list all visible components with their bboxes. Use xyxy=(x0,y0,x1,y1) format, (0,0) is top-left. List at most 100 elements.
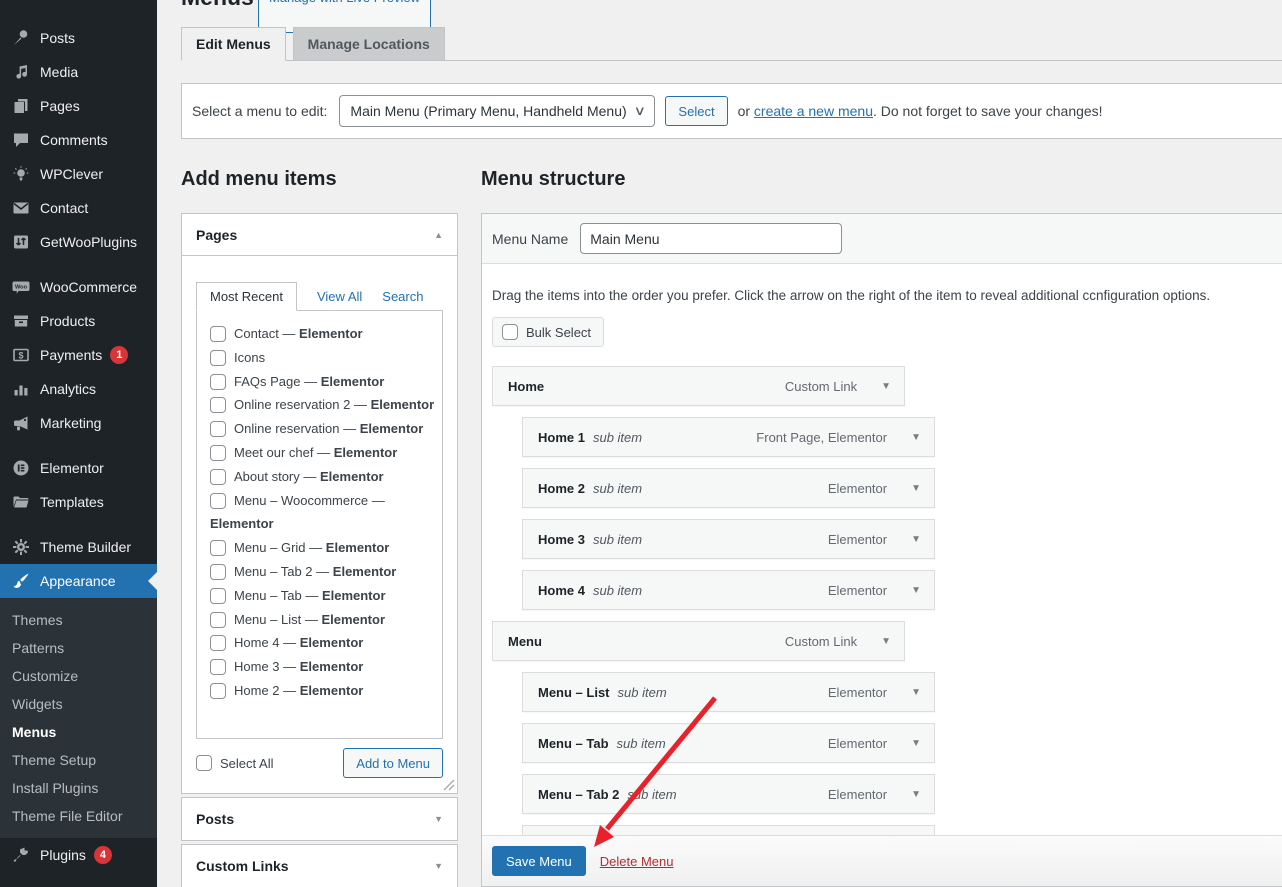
menu-structure-item[interactable]: Home Custom Link ▼ xyxy=(492,366,905,406)
select-button[interactable]: Select xyxy=(665,96,727,126)
chevron-down-icon[interactable]: ▼ xyxy=(911,585,921,596)
page-checkbox[interactable] xyxy=(210,421,226,437)
sidebar-item-templates[interactable]: Templates xyxy=(0,485,157,519)
sidebar-item-contact[interactable]: Contact xyxy=(0,191,157,225)
tab-manage-locations[interactable]: Manage Locations xyxy=(293,27,445,61)
page-checkbox-item[interactable]: Home 3 — Elementor xyxy=(210,655,436,679)
page-checkbox[interactable] xyxy=(210,397,226,413)
menu-structure-item[interactable]: Home 2 sub item Elementor ▼ xyxy=(522,468,935,508)
posts-accordion-header[interactable]: Posts ▼ xyxy=(182,798,457,840)
page-checkbox[interactable] xyxy=(210,635,226,651)
menu-structure-item[interactable]: Menu – Tab 2 sub item Elementor ▼ xyxy=(522,774,935,814)
page-checkbox-item[interactable]: Meet our chef — Elementor xyxy=(210,441,436,465)
delete-menu-link[interactable]: Delete Menu xyxy=(600,854,674,869)
sidebar-submenu-item-patterns[interactable]: Patterns xyxy=(0,634,157,662)
sidebar-item-appearance[interactable]: Appearance xyxy=(0,564,157,598)
select-all-option[interactable]: Select All xyxy=(196,755,273,771)
sidebar-submenu-item-themes[interactable]: Themes xyxy=(0,606,157,634)
chevron-down-icon[interactable]: ▼ xyxy=(911,534,921,545)
getwooplugins-icon xyxy=(11,232,31,252)
page-checkbox[interactable] xyxy=(210,326,226,342)
sidebar-item-comments[interactable]: Comments xyxy=(0,123,157,157)
page-checkbox[interactable] xyxy=(210,445,226,461)
bulk-select-checkbox[interactable] xyxy=(502,324,518,340)
save-menu-button[interactable]: Save Menu xyxy=(492,846,586,876)
sidebar-item-wpclever[interactable]: WPClever xyxy=(0,157,157,191)
menu-name-input[interactable] xyxy=(580,223,842,254)
sidebar-item-theme-builder[interactable]: Theme Builder xyxy=(0,530,157,564)
sidebar-item-woocommerce[interactable]: Woo WooCommerce xyxy=(0,270,157,304)
page-checkbox-item[interactable]: Menu – Tab 2 — Elementor xyxy=(210,560,436,584)
chevron-down-icon[interactable]: ▼ xyxy=(911,687,921,698)
sidebar-item-products[interactable]: Products xyxy=(0,304,157,338)
tab-search[interactable]: Search xyxy=(382,283,423,310)
page-checkbox-item[interactable]: Online reservation 2 — Elementor xyxy=(210,393,436,417)
sidebar-item-elementor[interactable]: Elementor xyxy=(0,451,157,485)
page-checkbox-item[interactable]: Menu – Woocommerce — Elementor xyxy=(210,489,436,537)
tab-view-all[interactable]: View All xyxy=(317,283,362,310)
menu-structure-item[interactable]: Home 3 sub item Elementor ▼ xyxy=(522,519,935,559)
page-checkbox-item[interactable]: Home 2 — Elementor xyxy=(210,679,436,703)
page-checkbox-item[interactable]: Home 4 — Elementor xyxy=(210,631,436,655)
page-checkbox-item[interactable]: Icons xyxy=(210,346,436,370)
chevron-down-icon[interactable]: ▼ xyxy=(911,738,921,749)
bulk-select-toggle[interactable]: Bulk Select xyxy=(492,317,604,347)
chevron-down-icon[interactable]: ▼ xyxy=(911,432,921,443)
sidebar-item-payments[interactable]: $ Payments 1 xyxy=(0,338,157,372)
page-checkbox[interactable] xyxy=(210,350,226,366)
menu-dropdown[interactable]: Main Menu (Primary Menu, Handheld Menu) … xyxy=(339,95,655,127)
sidebar-item-marketing[interactable]: Marketing xyxy=(0,406,157,440)
page-checkbox-item[interactable]: Contact — Elementor xyxy=(210,322,436,346)
chevron-down-icon[interactable]: ▼ xyxy=(434,861,443,871)
page-checkbox[interactable] xyxy=(210,540,226,556)
sidebar-item-analytics[interactable]: Analytics xyxy=(0,372,157,406)
menu-structure-item[interactable]: Home 1 sub item Front Page, Elementor ▼ xyxy=(522,417,935,457)
analytics-icon xyxy=(11,379,31,399)
chevron-down-icon[interactable]: ▼ xyxy=(434,814,443,824)
menu-structure-item[interactable]: Menu – Tab sub item Elementor ▼ xyxy=(522,723,935,763)
page-checkbox-item[interactable]: Menu – List — Elementor xyxy=(210,608,436,632)
page-checkbox-item[interactable]: About story — Elementor xyxy=(210,465,436,489)
page-checkbox[interactable] xyxy=(210,564,226,580)
page-checkbox-item[interactable]: Menu – Grid — Elementor xyxy=(210,536,436,560)
create-new-menu-link[interactable]: create a new menu xyxy=(754,103,873,119)
chevron-up-icon[interactable]: ▲ xyxy=(434,230,443,240)
page-checkbox[interactable] xyxy=(210,493,226,509)
sidebar-submenu-item-menus[interactable]: Menus xyxy=(0,718,157,746)
sidebar-item-pages[interactable]: Pages xyxy=(0,89,157,123)
sidebar-item-plugins[interactable]: Plugins 4 xyxy=(0,838,157,872)
page-checkbox[interactable] xyxy=(210,683,226,699)
page-checkbox[interactable] xyxy=(210,612,226,628)
page-checkbox-item[interactable]: Menu – Tab — Elementor xyxy=(210,584,436,608)
chevron-down-icon[interactable]: ▼ xyxy=(881,381,891,392)
select-all-checkbox[interactable] xyxy=(196,755,212,771)
resize-handle[interactable] xyxy=(443,779,455,791)
custom-links-accordion-header[interactable]: Custom Links ▼ xyxy=(182,845,457,887)
sidebar-item-posts[interactable]: Posts xyxy=(0,21,157,55)
menu-structure-item[interactable]: Menu – List sub item Elementor ▼ xyxy=(522,672,935,712)
tab-edit-menus[interactable]: Edit Menus xyxy=(181,27,286,61)
sidebar-item-getwooplugins[interactable]: GetWooPlugins xyxy=(0,225,157,259)
page-checkbox-item[interactable]: FAQs Page — Elementor xyxy=(210,370,436,394)
sidebar-item-media[interactable]: Media xyxy=(0,55,157,89)
sidebar-submenu-item-theme-setup[interactable]: Theme Setup xyxy=(0,746,157,774)
menu-structure-heading: Menu structure xyxy=(481,166,1282,192)
page-checkbox[interactable] xyxy=(210,659,226,675)
menu-structure-item[interactable]: Home 4 sub item Elementor ▼ xyxy=(522,570,935,610)
chevron-down-icon[interactable]: ▼ xyxy=(911,789,921,800)
page-checkbox[interactable] xyxy=(210,588,226,604)
sidebar-submenu-item-theme-file-editor[interactable]: Theme File Editor xyxy=(0,802,157,830)
chevron-down-icon[interactable]: ▼ xyxy=(881,636,891,647)
add-to-menu-button[interactable]: Add to Menu xyxy=(343,748,443,778)
tab-most-recent[interactable]: Most Recent xyxy=(196,282,297,311)
sidebar-submenu-item-widgets[interactable]: Widgets xyxy=(0,690,157,718)
page-checkbox-item[interactable]: Online reservation — Elementor xyxy=(210,417,436,441)
sidebar-submenu-item-customize[interactable]: Customize xyxy=(0,662,157,690)
page-checkbox[interactable] xyxy=(210,469,226,485)
page-checkbox[interactable] xyxy=(210,374,226,390)
chevron-down-icon[interactable]: ▼ xyxy=(911,483,921,494)
sidebar-submenu-item-install-plugins[interactable]: Install Plugins xyxy=(0,774,157,802)
menu-structure-item[interactable]: Menu Custom Link ▼ xyxy=(492,621,905,661)
marketing-icon xyxy=(11,413,31,433)
pages-panel-header[interactable]: Pages ▲ xyxy=(182,214,457,256)
